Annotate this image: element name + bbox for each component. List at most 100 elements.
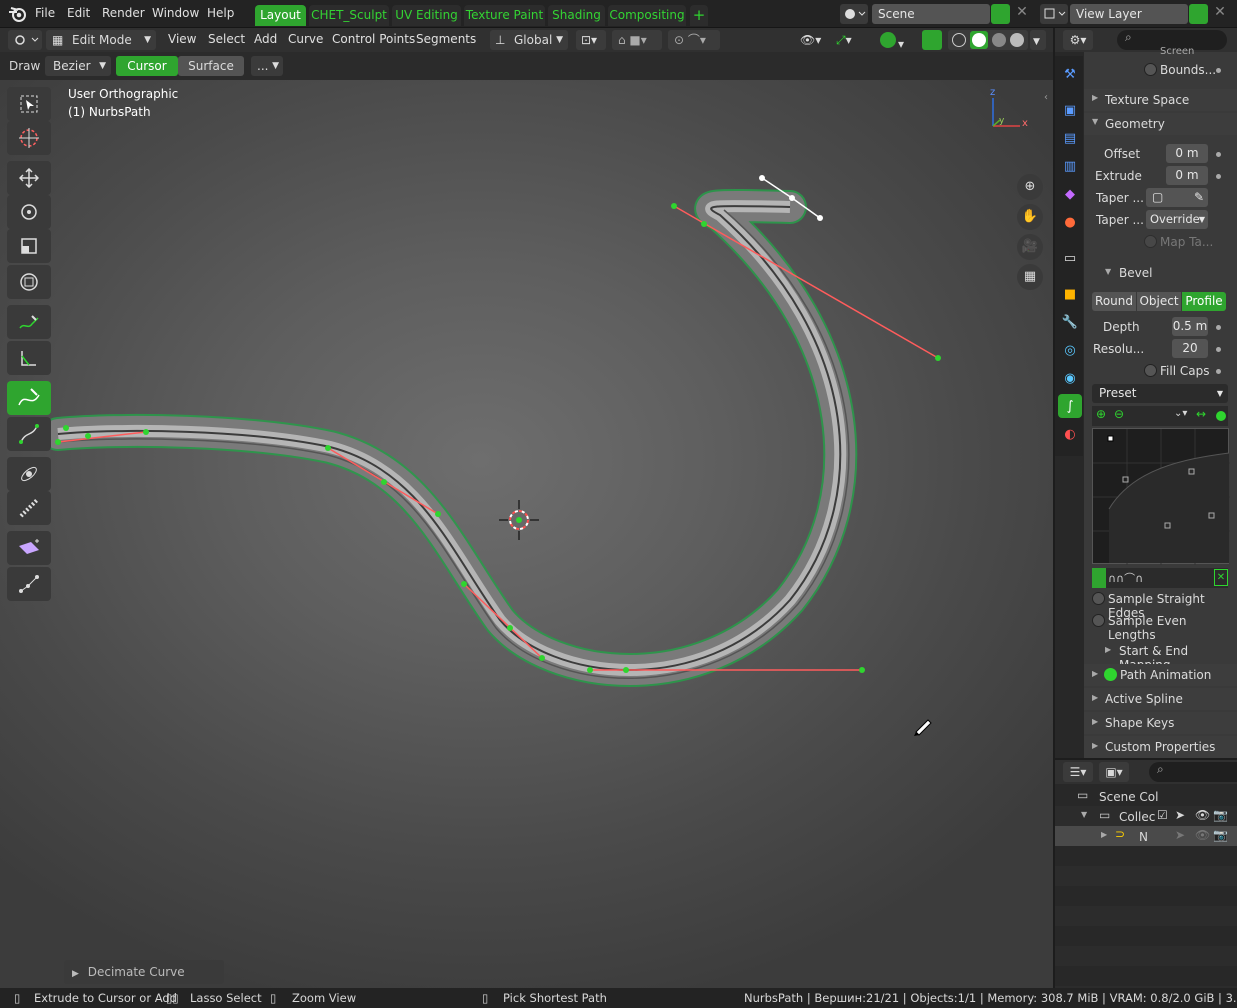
menu-file[interactable]: File xyxy=(35,6,55,20)
rotate-icon[interactable] xyxy=(7,195,51,229)
xray-icon[interactable] xyxy=(922,30,942,50)
scene-tab-icon[interactable]: ◆ xyxy=(1058,182,1082,206)
editor-type-icon[interactable] xyxy=(8,30,42,50)
grid-icon[interactable]: ▦ xyxy=(1017,264,1043,290)
menu-select[interactable]: Select xyxy=(208,32,245,46)
view-layer-selector-icon[interactable] xyxy=(1040,4,1068,24)
tab-compositing[interactable]: Compositing xyxy=(608,5,686,26)
geometry-panel-header[interactable]: ▼ Geometry xyxy=(1084,113,1237,135)
move-icon[interactable] xyxy=(7,161,51,195)
outliner-editor-type-icon[interactable]: ☰▾ xyxy=(1063,762,1093,782)
curve-pen-icon[interactable] xyxy=(7,417,51,451)
view-layer-tab-icon[interactable]: ▥ xyxy=(1058,154,1082,178)
keyframe-dot-icon[interactable] xyxy=(1216,152,1221,157)
3d-viewport[interactable]: User Orthographic (1) NurbsPath z x y ⊕ … xyxy=(0,80,1053,988)
preset-shapes-icon[interactable]: ∩∩⌒∩ xyxy=(1108,570,1143,586)
preset-dropdown[interactable]: Preset ▼ xyxy=(1092,384,1228,403)
eyedropper-icon[interactable]: ✎ xyxy=(1194,188,1204,207)
curve-type-dropdown[interactable]: Bezier ▼ xyxy=(45,56,111,76)
zoom-in-icon[interactable]: ⊕ xyxy=(1096,407,1106,421)
mode-dropdown[interactable]: Edit Mode ▦ ▼ xyxy=(46,30,156,50)
depth-field[interactable]: 0.5 m xyxy=(1172,317,1208,336)
draw-curve-icon[interactable] xyxy=(7,381,51,415)
tab-uv-editing[interactable]: UV Editing xyxy=(392,5,461,26)
scene-selector-icon[interactable] xyxy=(840,4,868,24)
zoom-icon[interactable]: ⊕ xyxy=(1017,174,1043,200)
new-scene-icon[interactable] xyxy=(991,4,1010,24)
particles-tab-icon[interactable]: ◎ xyxy=(1058,338,1082,362)
cursor-tool-icon[interactable] xyxy=(7,121,51,155)
scale-icon[interactable] xyxy=(7,229,51,263)
bevel-round-button[interactable]: Round xyxy=(1092,292,1136,311)
active-spline-panel[interactable]: ▶ Active Spline xyxy=(1084,688,1237,710)
view-layer-field[interactable]: View Layer xyxy=(1070,4,1188,24)
solid-shading-icon[interactable] xyxy=(970,31,988,49)
orientation-dropdown[interactable]: Global ⊥ ▼ xyxy=(490,30,568,50)
material-tab-icon[interactable]: ◐ xyxy=(1058,422,1082,446)
texture-space-panel[interactable]: ▶ Texture Space xyxy=(1084,89,1237,111)
overlays-icon[interactable]: ▾ xyxy=(876,30,916,51)
custom-properties-panel[interactable]: ▶ Custom Properties xyxy=(1084,736,1237,758)
randomize-icon[interactable] xyxy=(7,567,51,601)
menu-view[interactable]: View xyxy=(168,32,196,46)
collection-tab-icon[interactable]: ▭ xyxy=(1058,246,1082,270)
sidebar-toggle-icon[interactable]: ‹ xyxy=(1044,92,1048,103)
zoom-out-icon[interactable]: ⊖ xyxy=(1114,407,1124,421)
clipping-icon[interactable] xyxy=(1216,411,1226,421)
outliner-row-scene-collection[interactable]: ▭ Scene Col xyxy=(1055,786,1237,806)
close-icon[interactable]: ✕ xyxy=(1214,569,1228,586)
pan-hand-icon[interactable]: ✋ xyxy=(1017,204,1043,230)
eye-icon[interactable]: 👁 xyxy=(1195,828,1210,842)
keyframe-dot-icon[interactable] xyxy=(1216,369,1221,374)
start-end-mapping-panel[interactable]: ▶ Start & End Mapping xyxy=(1084,640,1237,672)
measure-icon[interactable] xyxy=(7,341,51,375)
eye-icon[interactable]: 👁 xyxy=(1195,808,1210,822)
tilt-icon[interactable] xyxy=(7,457,51,491)
3d-cursor-icon[interactable] xyxy=(499,500,539,540)
taper-object-field[interactable]: ▢ ✎ xyxy=(1146,188,1208,207)
outliner-search-input[interactable]: ⌕ xyxy=(1149,762,1237,782)
select-arrow-icon[interactable]: ➤ xyxy=(1175,828,1185,842)
path-animation-panel[interactable]: ▶ Path Animation xyxy=(1084,664,1237,686)
last-operator-panel[interactable]: ▶ Decimate Curve xyxy=(64,960,224,984)
menu-control-points[interactable]: Control Points xyxy=(332,32,415,46)
fill-caps-checkbox[interactable] xyxy=(1144,364,1157,377)
offset-field[interactable]: 0 m xyxy=(1166,144,1208,163)
select-arrow-icon[interactable]: ➤ xyxy=(1175,808,1185,822)
camera-render-icon[interactable]: 📷 xyxy=(1213,828,1228,842)
menu-help[interactable]: Help xyxy=(207,6,234,20)
camera-render-icon[interactable]: 📷 xyxy=(1213,808,1228,822)
depth-surface-button[interactable]: Surface xyxy=(178,56,244,76)
preset-active-icon[interactable] xyxy=(1092,568,1106,588)
shading-modes[interactable] xyxy=(948,30,1028,50)
bevel-object-button[interactable]: Object xyxy=(1137,292,1181,311)
outliner-row-collection[interactable]: ▼ ▭ Collec ☑ ➤ 👁 📷 xyxy=(1055,806,1237,826)
add-workspace-button[interactable]: + xyxy=(690,5,708,26)
keyframe-dot-icon[interactable] xyxy=(1216,68,1221,73)
axis-gizmo[interactable] xyxy=(992,98,1020,127)
chevron-down-icon[interactable]: ⌄▾ xyxy=(1174,408,1187,419)
keyframe-dot-icon[interactable] xyxy=(1216,347,1221,352)
curve-data-tab-icon[interactable]: ∫ xyxy=(1058,394,1082,418)
keyframe-dot-icon[interactable] xyxy=(1216,325,1221,330)
extrude-icon[interactable] xyxy=(7,531,51,565)
menu-edit[interactable]: Edit xyxy=(67,6,90,20)
tab-chet-sculpt[interactable]: CHET_Sculpt xyxy=(309,5,389,26)
select-box-icon[interactable] xyxy=(7,87,51,121)
bevel-profile-button[interactable]: Profile xyxy=(1182,292,1226,311)
new-view-layer-icon[interactable] xyxy=(1189,4,1208,24)
outliner-row-object[interactable]: ▶ ⊃ N ➤ 👁 📷 xyxy=(1055,826,1237,846)
pivot-point-icon[interactable]: ⊡▾ xyxy=(576,30,606,50)
display-mode-icon[interactable]: ▣▾ xyxy=(1099,762,1129,782)
blender-logo-icon[interactable] xyxy=(8,5,28,26)
render-tab-icon[interactable]: ▣ xyxy=(1058,98,1082,122)
bounds-checkbox[interactable] xyxy=(1144,63,1157,76)
wireframe-icon[interactable] xyxy=(952,33,966,47)
proportional-edit-icon[interactable]: ⊙ ⌒▾ xyxy=(668,30,720,50)
resolution-field[interactable]: 20 xyxy=(1172,339,1208,358)
material-preview-icon[interactable] xyxy=(992,33,1006,47)
transform-icon[interactable] xyxy=(7,265,51,299)
shape-keys-panel[interactable]: ▶ Shape Keys xyxy=(1084,712,1237,734)
menu-window[interactable]: Window xyxy=(152,6,199,20)
tab-shading[interactable]: Shading xyxy=(548,5,605,26)
